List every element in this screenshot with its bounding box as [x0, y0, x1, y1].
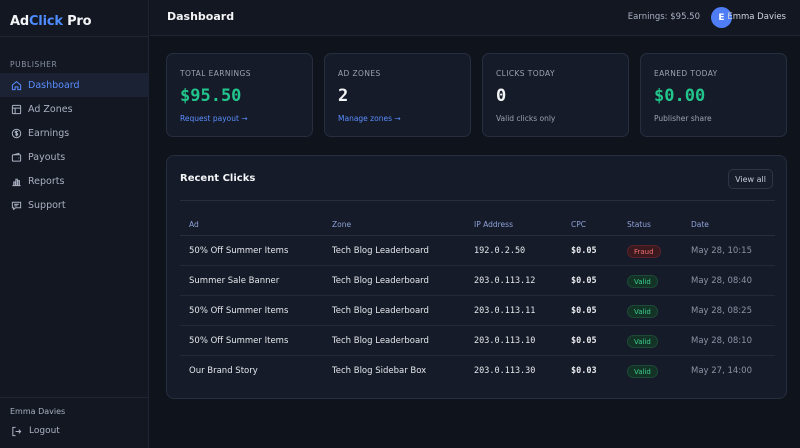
table-row[interactable]: 50% Off Summer Items Tech Blog Leaderboa… [180, 236, 775, 266]
cell-zone: Tech Blog Sidebar Box [332, 366, 427, 376]
logo-text-main: Ad [10, 14, 29, 29]
logout-icon [10, 425, 22, 437]
stat-card-value: $0.00 [654, 86, 706, 106]
app-logo[interactable]: AdClick Pro [10, 14, 92, 29]
cell-zone: Tech Blog Leaderboard [332, 246, 429, 256]
sidebar-item-support[interactable]: Support [0, 193, 149, 217]
sidebar-item-reports[interactable]: Reports [0, 169, 149, 193]
cell-ip: 203.0.113.11 [474, 306, 536, 316]
sidebar-item-label: Dashboard [28, 79, 80, 91]
stat-card-sub: Publisher share [654, 114, 712, 123]
logo-text-suffix: Pro [62, 14, 92, 29]
cell-ip: 192.0.2.50 [474, 246, 526, 256]
cell-date: May 28, 08:25 [691, 306, 752, 316]
sidebar-item-label: Reports [28, 175, 65, 187]
table-row[interactable]: Summer Sale Banner Tech Blog Leaderboard… [180, 266, 775, 296]
column-header-ip[interactable]: IP Address [474, 220, 513, 229]
sidebar-item-label: Payouts [28, 151, 66, 163]
stat-card-label: TOTAL EARNINGS [180, 69, 251, 78]
cell-ad: Summer Sale Banner [189, 276, 280, 286]
logout-button[interactable]: Logout [10, 425, 60, 437]
stat-card-label: CLICKS TODAY [496, 69, 555, 78]
page-title: Dashboard [167, 10, 235, 23]
header-user-name[interactable]: Emma Davies [727, 12, 786, 22]
status-badge: Valid [627, 335, 658, 348]
cell-ad: 50% Off Summer Items [189, 336, 289, 346]
cell-ad: 50% Off Summer Items [189, 306, 289, 316]
cell-date: May 28, 08:10 [691, 336, 752, 346]
cell-date: May 28, 08:40 [691, 276, 752, 286]
status-badge: Fraud [627, 245, 661, 258]
view-all-button[interactable]: View all [728, 169, 773, 189]
cell-ip: 203.0.113.12 [474, 276, 536, 286]
nav-section-label: PUBLISHER [10, 60, 58, 69]
stat-card-label: EARNED TODAY [654, 69, 718, 78]
status-badge: Valid [627, 365, 658, 378]
cell-zone: Tech Blog Leaderboard [332, 306, 429, 316]
table-row[interactable]: Our Brand Story Tech Blog Sidebar Box 20… [180, 356, 775, 386]
stat-card-value: $95.50 [180, 86, 242, 106]
stat-card-label: AD ZONES [338, 69, 381, 78]
column-header-status[interactable]: Status [627, 220, 651, 229]
sidebar-item-earnings[interactable]: Earnings [0, 121, 149, 145]
cell-ip: 203.0.113.10 [474, 336, 536, 346]
status-badge: Valid [627, 305, 658, 318]
sidebar-nav: Dashboard Ad Zones Earnings Payouts Repo… [0, 73, 149, 217]
layout-icon [10, 103, 22, 115]
cell-cpc: $0.05 [571, 246, 597, 256]
request-payout-link[interactable]: Request payout → [180, 114, 248, 123]
divider [0, 36, 149, 37]
sidebar-item-dashboard[interactable]: Dashboard [0, 73, 149, 97]
logo-text-accent: Click [28, 14, 63, 29]
stat-card-ad-zones: AD ZONES 2 Manage zones → [324, 53, 471, 137]
cell-ip: 203.0.113.30 [474, 366, 536, 376]
sidebar: AdClick Pro PUBLISHER Dashboard Ad Zones… [0, 0, 149, 448]
logout-label: Logout [29, 426, 60, 436]
cell-ad: 50% Off Summer Items [189, 246, 289, 256]
column-header-cpc[interactable]: CPC [571, 220, 586, 229]
sidebar-item-payouts[interactable]: Payouts [0, 145, 149, 169]
sidebar-item-label: Support [28, 199, 66, 211]
stat-card-clicks-today: CLICKS TODAY 0 Valid clicks only [482, 53, 629, 137]
column-header-zone[interactable]: Zone [332, 220, 351, 229]
table-row[interactable]: 50% Off Summer Items Tech Blog Leaderboa… [180, 326, 775, 356]
cell-ad: Our Brand Story [189, 366, 258, 376]
cell-cpc: $0.05 [571, 276, 597, 286]
stat-card-earned-today: EARNED TODAY $0.00 Publisher share [640, 53, 787, 137]
cell-cpc: $0.05 [571, 306, 597, 316]
sidebar-item-ad-zones[interactable]: Ad Zones [0, 97, 149, 121]
sidebar-item-label: Earnings [28, 127, 70, 139]
bar-chart-icon [10, 175, 22, 187]
stat-card-value: 0 [496, 86, 507, 106]
cell-date: May 28, 10:15 [691, 246, 752, 256]
sidebar-user-name: Emma Davies [10, 407, 66, 416]
status-badge: Valid [627, 275, 658, 288]
table-row[interactable]: 50% Off Summer Items Tech Blog Leaderboa… [180, 296, 775, 326]
cell-cpc: $0.05 [571, 336, 597, 346]
cell-zone: Tech Blog Leaderboard [332, 276, 429, 286]
recent-clicks-panel: Recent Clicks View all Ad Zone IP Addres… [166, 155, 787, 399]
column-header-date[interactable]: Date [691, 220, 709, 229]
header-earnings: Earnings: $95.50 [627, 12, 700, 22]
cell-cpc: $0.03 [571, 366, 597, 376]
wallet-icon [10, 151, 22, 163]
column-header-ad[interactable]: Ad [189, 220, 199, 229]
cell-zone: Tech Blog Leaderboard [332, 336, 429, 346]
panel-title: Recent Clicks [180, 173, 256, 184]
manage-zones-link[interactable]: Manage zones → [338, 114, 401, 123]
stat-card-total-earnings: TOTAL EARNINGS $95.50 Request payout → [166, 53, 313, 137]
stat-card-sub: Valid clicks only [496, 114, 556, 123]
chat-icon [10, 199, 22, 211]
sidebar-item-label: Ad Zones [28, 103, 73, 115]
stat-card-value: 2 [338, 86, 349, 106]
top-header: Dashboard Earnings: $95.50 E Emma Davies [150, 0, 800, 36]
home-icon [10, 79, 22, 91]
divider [0, 397, 149, 398]
divider [180, 200, 775, 201]
dollar-icon [10, 127, 22, 139]
cell-date: May 27, 14:00 [691, 366, 752, 376]
